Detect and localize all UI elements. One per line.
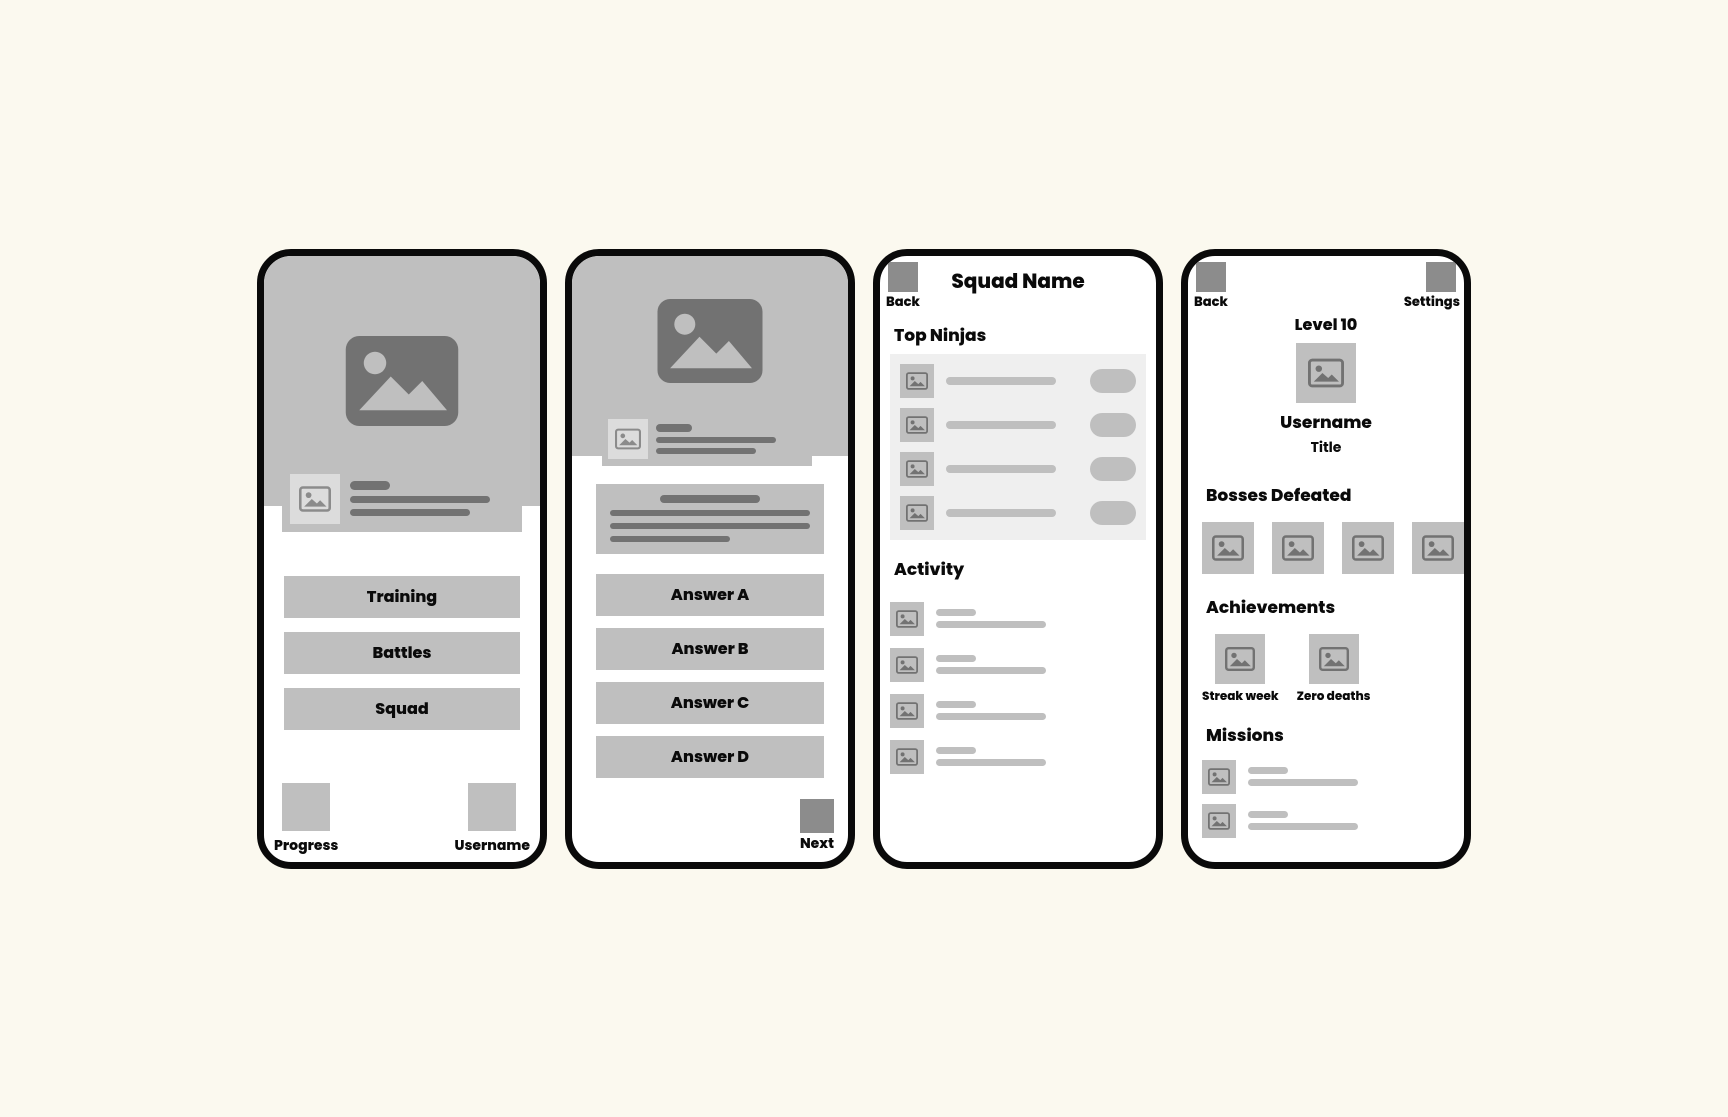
activity-text-skeleton	[936, 655, 1046, 674]
ninja-score-pill	[1090, 501, 1136, 525]
image-icon	[890, 648, 924, 682]
back-label: Back	[1194, 292, 1228, 312]
menu-squad-button[interactable]: Squad	[284, 688, 520, 730]
achievement-caption: Streak week	[1202, 688, 1279, 706]
image-icon	[1202, 804, 1236, 838]
image-icon	[890, 694, 924, 728]
screen-quiz: Back	[565, 249, 855, 869]
activity-list	[890, 602, 1146, 774]
ninja-row[interactable]	[900, 364, 1136, 398]
image-icon	[900, 452, 934, 486]
username-button[interactable]: Username	[455, 783, 531, 856]
image-icon	[900, 496, 934, 530]
progress-label: Progress	[274, 835, 338, 856]
progress-button[interactable]: Progress	[274, 783, 338, 856]
missions-heading: Missions	[1202, 716, 1464, 754]
image-icon	[1202, 760, 1236, 794]
answer-d-button[interactable]: Answer D	[596, 736, 824, 778]
ninja-score-pill	[1090, 457, 1136, 481]
menu-training-button[interactable]: Training	[284, 576, 520, 618]
settings-button[interactable]	[1426, 262, 1456, 292]
activity-heading: Activity	[890, 550, 1146, 588]
avatar-icon	[468, 783, 516, 831]
activity-text-skeleton	[936, 609, 1046, 628]
prompt-card	[602, 412, 812, 466]
menu-battles-button[interactable]: Battles	[284, 632, 520, 674]
image-icon	[900, 408, 934, 442]
image-icon	[890, 740, 924, 774]
activity-text-skeleton	[936, 747, 1046, 766]
next-button[interactable]: Next	[800, 799, 834, 854]
boss-tile[interactable]	[1272, 522, 1324, 574]
achievement-item[interactable]: Zero deaths	[1297, 634, 1371, 706]
next-label: Next	[800, 833, 834, 854]
screen-squad: Back Squad Name Top Ninjas Activity	[873, 249, 1163, 869]
boss-tile[interactable]	[1412, 522, 1464, 574]
answer-a-button[interactable]: Answer A	[596, 574, 824, 616]
mission-text-skeleton	[1248, 767, 1358, 786]
ninja-score-pill	[1090, 413, 1136, 437]
image-icon	[890, 602, 924, 636]
achievements-row: Streak week Zero deaths	[1202, 634, 1464, 706]
home-footer: Progress Username	[274, 783, 530, 856]
main-menu: Training Battles Squad	[284, 576, 520, 730]
level-label: Level 10	[1202, 312, 1450, 337]
image-icon	[900, 364, 934, 398]
image-icon	[608, 419, 648, 459]
avatar-image	[1296, 343, 1356, 403]
profile-username: Username	[1202, 409, 1450, 435]
hero-caption-card	[282, 466, 522, 532]
back-button[interactable]	[1196, 262, 1226, 292]
activity-row[interactable]	[890, 740, 1146, 774]
profile-title: Title	[1202, 437, 1450, 458]
image-icon	[1215, 634, 1265, 684]
squad-title: Squad Name	[880, 266, 1156, 296]
caption-skeleton	[350, 481, 514, 516]
screen-profile: Back Settings Level 10 Username Title	[1181, 249, 1471, 869]
ninja-row[interactable]	[900, 452, 1136, 486]
profile-header: Level 10 Username Title	[1202, 312, 1464, 458]
ninja-name-skeleton	[946, 465, 1056, 473]
activity-text-skeleton	[936, 701, 1046, 720]
wireframe-canvas: Training Battles Squad Progress Username…	[0, 0, 1728, 1117]
ninja-name-skeleton	[946, 509, 1056, 517]
answer-c-button[interactable]: Answer C	[596, 682, 824, 724]
image-icon	[1309, 634, 1359, 684]
ninja-row[interactable]	[900, 496, 1136, 530]
top-ninjas-list	[890, 354, 1146, 540]
ninja-row[interactable]	[900, 408, 1136, 442]
next-icon	[800, 799, 834, 833]
ninja-name-skeleton	[946, 377, 1056, 385]
answer-options: Answer A Answer B Answer C Answer D	[596, 574, 824, 778]
progress-icon	[282, 783, 330, 831]
question-text-block	[596, 484, 824, 554]
achievement-item[interactable]: Streak week	[1202, 634, 1279, 706]
activity-row[interactable]	[890, 694, 1146, 728]
settings-label: Settings	[1404, 292, 1460, 312]
bosses-row	[1202, 522, 1464, 574]
boss-tile[interactable]	[1342, 522, 1394, 574]
achievement-caption: Zero deaths	[1297, 688, 1371, 706]
boss-tile[interactable]	[1202, 522, 1254, 574]
top-ninjas-heading: Top Ninjas	[890, 316, 1146, 354]
missions-list	[1202, 760, 1464, 838]
prompt-skeleton	[656, 424, 806, 454]
activity-row[interactable]	[890, 602, 1146, 636]
mission-row[interactable]	[1202, 760, 1464, 794]
image-icon	[290, 474, 340, 524]
screen-home: Training Battles Squad Progress Username	[257, 249, 547, 869]
mission-text-skeleton	[1248, 811, 1358, 830]
mission-row[interactable]	[1202, 804, 1464, 838]
bosses-heading: Bosses Defeated	[1202, 476, 1464, 514]
ninja-score-pill	[1090, 369, 1136, 393]
achievements-heading: Achievements	[1202, 588, 1464, 626]
username-label: Username	[455, 835, 531, 856]
activity-row[interactable]	[890, 648, 1146, 682]
answer-b-button[interactable]: Answer B	[596, 628, 824, 670]
ninja-name-skeleton	[946, 421, 1056, 429]
